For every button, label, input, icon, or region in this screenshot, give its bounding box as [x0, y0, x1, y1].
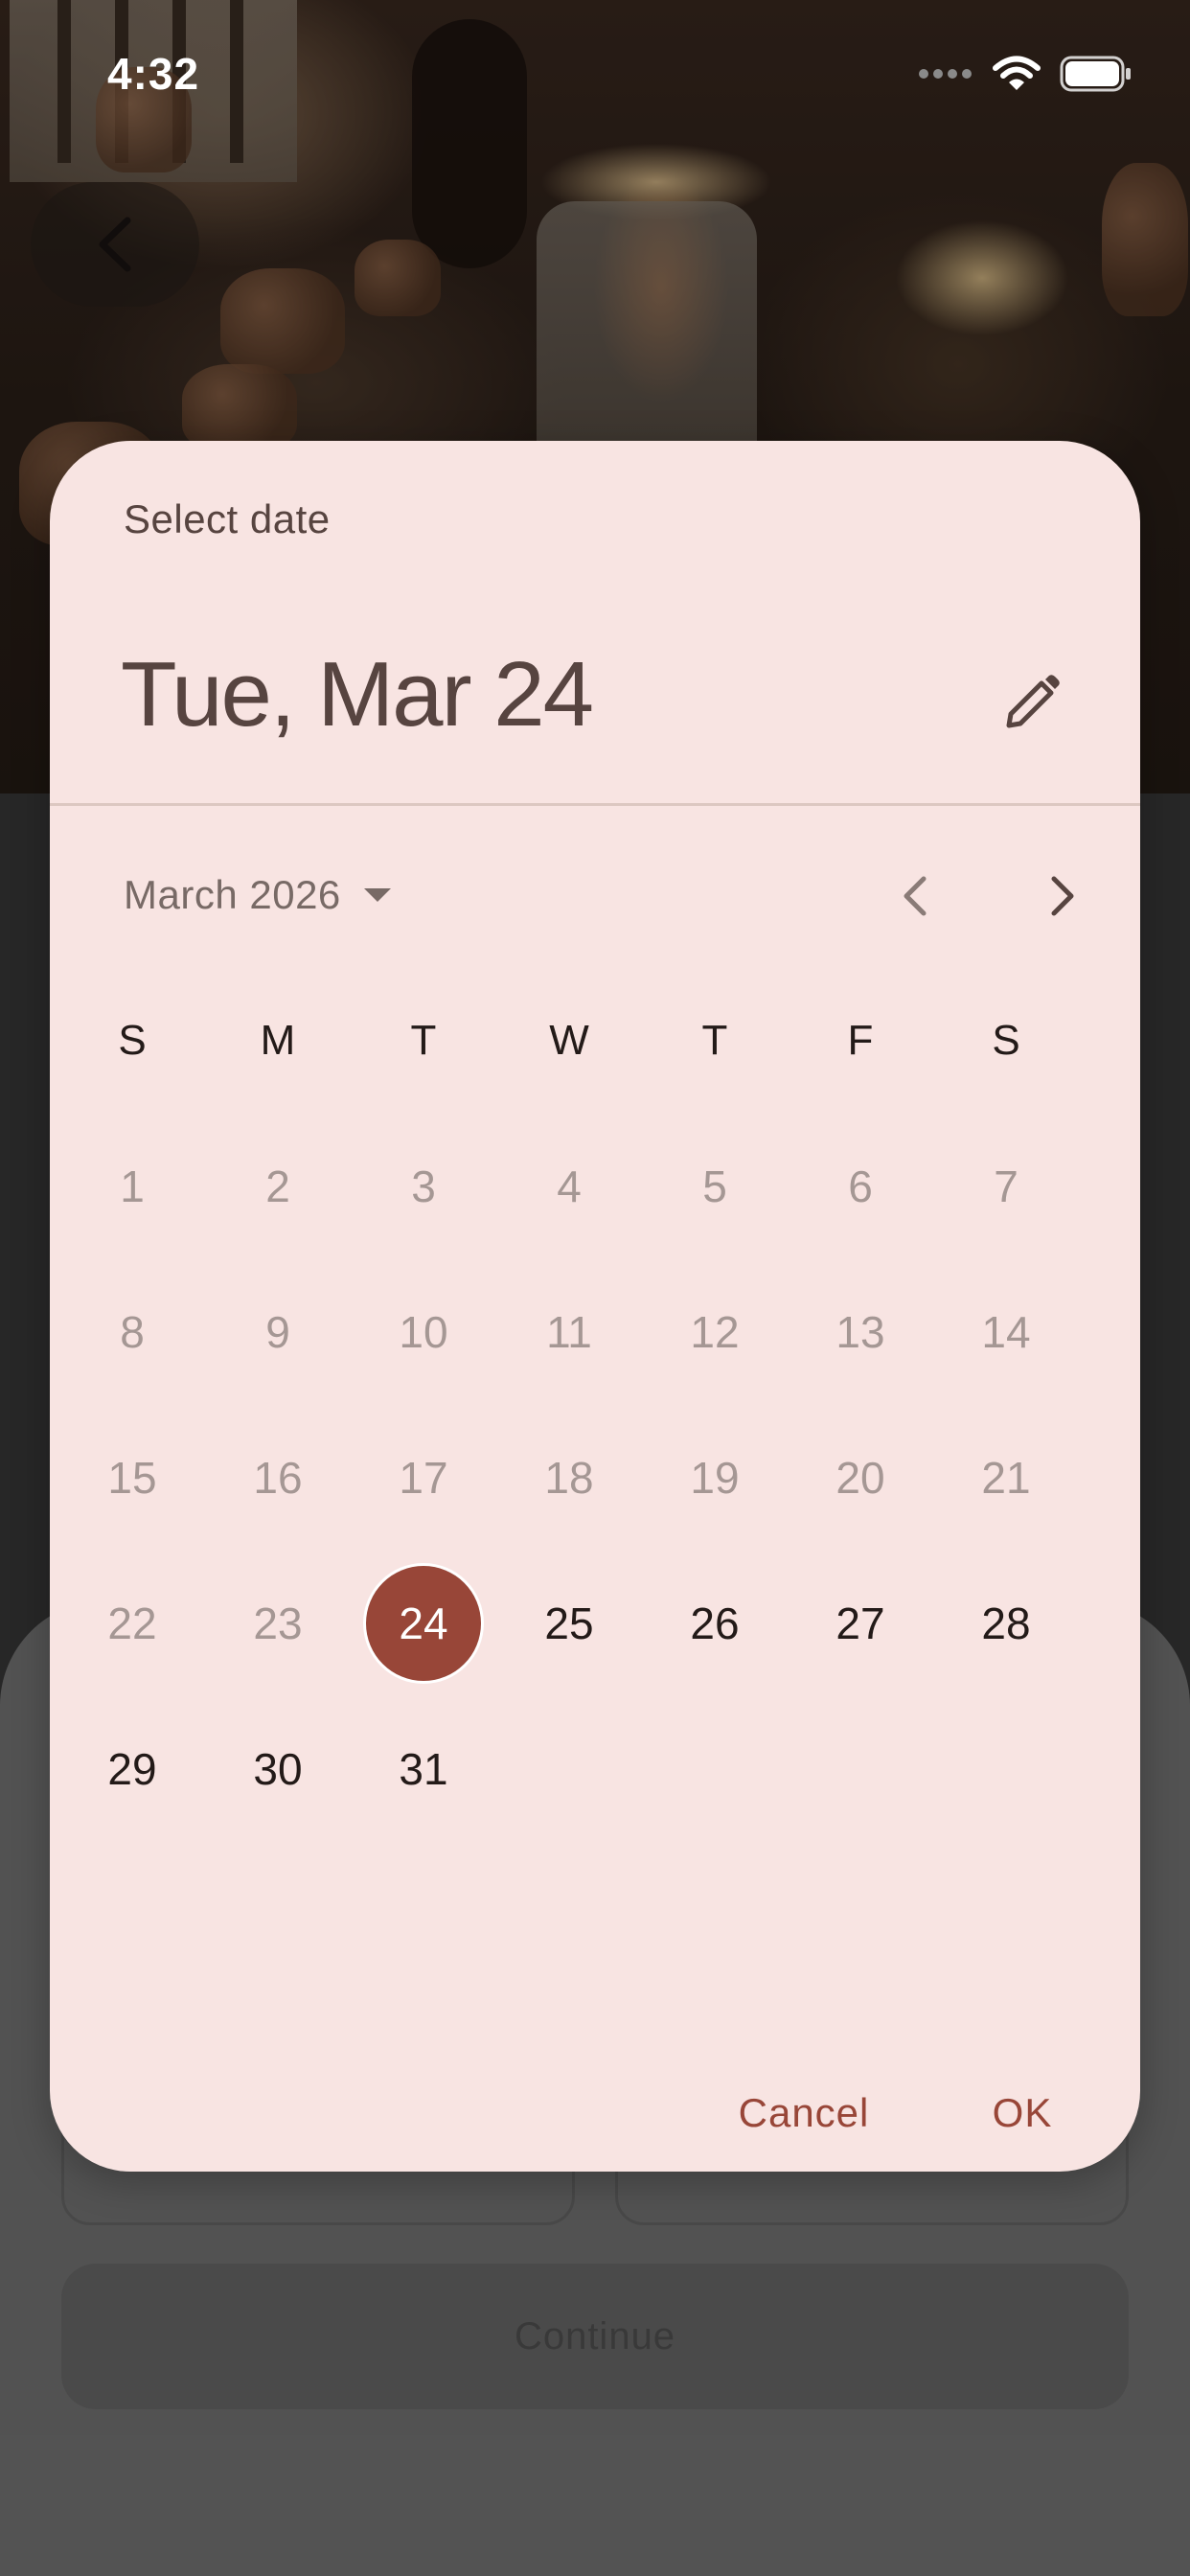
- weekday-label: S: [118, 1017, 147, 1064]
- chevron-right-icon: [1051, 876, 1074, 916]
- selected-date-headline: Tue, Mar 24: [121, 643, 594, 746]
- calendar-day: 17: [399, 1453, 448, 1503]
- calendar-day: 10: [399, 1307, 448, 1357]
- month-year-selector[interactable]: March 2026: [124, 861, 393, 930]
- calendar-day[interactable]: 30: [205, 1696, 351, 1842]
- chevron-left-icon: [904, 876, 927, 916]
- weekday-label: S: [992, 1017, 1020, 1064]
- calendar-week: 22 23 24 25 26 27 28: [59, 1551, 1079, 1696]
- month-label: March 2026: [124, 872, 341, 917]
- calendar-day: 8: [120, 1307, 145, 1357]
- weekday-label: M: [260, 1017, 296, 1064]
- calendar-day: 12: [690, 1307, 740, 1357]
- divider: [50, 803, 1140, 806]
- calendar-day: 1: [120, 1162, 145, 1211]
- weekday-label: F: [847, 1017, 874, 1064]
- calendar-day[interactable]: 27: [788, 1551, 933, 1696]
- calendar-day: 11: [546, 1307, 592, 1357]
- wifi-icon: [993, 56, 1041, 90]
- weekday-label: T: [410, 1017, 437, 1064]
- weekday-label: T: [701, 1017, 728, 1064]
- calendar-day[interactable]: 31: [351, 1696, 496, 1842]
- dialog-heading: Select date: [124, 496, 331, 541]
- calendar-day: 14: [981, 1307, 1031, 1357]
- calendar-day: 15: [107, 1453, 157, 1503]
- calendar-day: 20: [835, 1453, 885, 1503]
- calendar-day: 5: [702, 1162, 727, 1211]
- selected-day-number: 24: [399, 1598, 448, 1648]
- pencil-icon: [1006, 675, 1060, 728]
- next-month-button[interactable]: [1019, 853, 1106, 939]
- calendar-week: 15 16 17 18 19 20 21: [59, 1405, 1079, 1551]
- calendar-day: 23: [253, 1598, 303, 1648]
- weekday-header: S M T W T F S: [59, 968, 1079, 1114]
- calendar-week: 1 2 3 4 5 6 7: [59, 1114, 1079, 1259]
- calendar-week: 29 30 31: [59, 1696, 1079, 1842]
- calendar-day: 9: [265, 1307, 290, 1357]
- calendar-day: 4: [557, 1162, 582, 1211]
- calendar-day: 22: [107, 1598, 157, 1648]
- battery-icon: [1060, 56, 1131, 92]
- caret-down-icon: [363, 888, 391, 902]
- calendar-week: 8 9 10 11 12 13 14: [59, 1259, 1079, 1405]
- calendar-day: 7: [994, 1162, 1018, 1211]
- cancel-button[interactable]: Cancel: [703, 2070, 904, 2156]
- calendar-day[interactable]: 28: [933, 1551, 1079, 1696]
- calendar-day: 13: [835, 1307, 885, 1357]
- calendar-day: 3: [411, 1162, 436, 1211]
- status-bar: 4:32: [0, 0, 1190, 144]
- date-picker-dialog: Select date Tue, Mar 24 March 2026 S M T…: [50, 441, 1140, 2172]
- calendar-day-selected[interactable]: 24: [351, 1551, 496, 1696]
- previous-month-button[interactable]: [872, 853, 958, 939]
- calendar-day: 21: [981, 1453, 1031, 1503]
- edit-input-mode-button[interactable]: [989, 659, 1075, 746]
- calendar-day: 16: [253, 1453, 303, 1503]
- calendar-day[interactable]: 29: [59, 1696, 205, 1842]
- calendar-day[interactable]: 25: [496, 1551, 642, 1696]
- calendar-day: 6: [848, 1162, 873, 1211]
- calendar-day: 19: [690, 1453, 740, 1503]
- status-time: 4:32: [107, 49, 200, 99]
- calendar-day: 18: [544, 1453, 594, 1503]
- calendar-day: 2: [265, 1162, 290, 1211]
- weekday-label: W: [549, 1017, 589, 1064]
- ok-button[interactable]: OK: [970, 2070, 1075, 2156]
- calendar-day[interactable]: 26: [642, 1551, 788, 1696]
- signal-dots-icon: [919, 69, 972, 79]
